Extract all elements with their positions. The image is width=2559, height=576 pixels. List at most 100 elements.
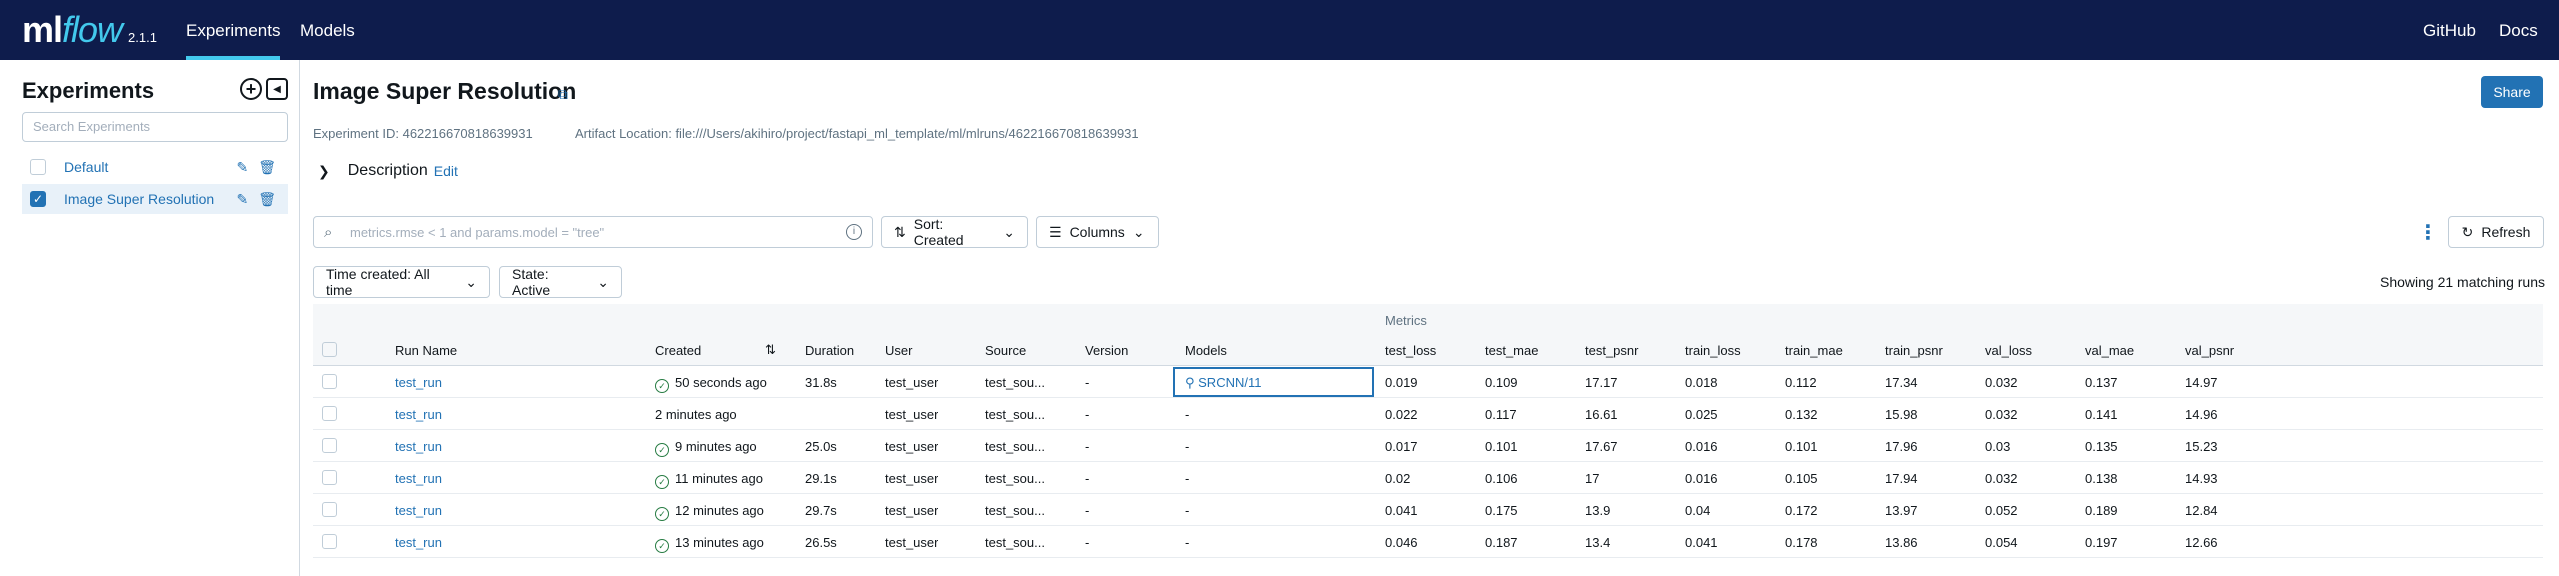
cell-user: test_user: [885, 375, 939, 390]
cell-train-loss: 0.041: [1685, 535, 1718, 550]
cell-test-mae: 0.175: [1485, 503, 1518, 518]
refresh-button[interactable]: ↻ Refresh: [2448, 216, 2544, 248]
time-filter-label: Time created: All time: [326, 266, 430, 298]
cell-user: test_user: [885, 503, 939, 518]
cell-version: -: [1085, 439, 1090, 454]
column-header-test-mae[interactable]: test_mae: [1485, 343, 1538, 358]
cell-val-mae: 0.197: [2085, 535, 2118, 550]
column-header-train-psnr[interactable]: train_psnr: [1885, 343, 1943, 358]
nav-models[interactable]: Models: [300, 0, 355, 60]
sort-label: Sort: Created: [913, 216, 964, 248]
collapse-icon[interactable]: ◀: [266, 78, 288, 100]
cell-models: -: [1185, 503, 1190, 518]
nav-docs[interactable]: Docs: [2499, 0, 2538, 60]
column-header-source[interactable]: Source: [985, 343, 1026, 358]
sidebar-item-default[interactable]: Default ✎ 🗑: [22, 152, 288, 182]
cell-val-psnr: 12.84: [2185, 503, 2218, 518]
state-filter[interactable]: State: Active ⌄: [499, 266, 622, 298]
cell-train-loss: 0.016: [1685, 471, 1718, 486]
cell-models: -: [1185, 439, 1190, 454]
cell-val-mae: 0.137: [2085, 375, 2118, 390]
sidebar-item-image-super-resolution[interactable]: ✓ Image Super Resolution ✎ 🗑: [22, 184, 288, 214]
state-filter-label: State: Active: [512, 266, 551, 298]
cell-val-mae: 0.189: [2085, 503, 2118, 518]
edit-description-link[interactable]: Edit: [434, 163, 458, 179]
column-header-created[interactable]: Created: [655, 343, 701, 358]
pencil-icon[interactable]: ✎: [236, 191, 248, 208]
cell-name[interactable]: test_run: [395, 407, 442, 422]
sort-icon: ⇅: [894, 223, 906, 240]
row-checkbox[interactable]: [322, 470, 337, 485]
kebab-icon[interactable]: ⋮: [2418, 220, 2438, 245]
column-header-train-mae[interactable]: train_mae: [1785, 343, 1843, 358]
cell-user: test_user: [885, 471, 939, 486]
experiment-checkbox[interactable]: ✓: [30, 191, 46, 207]
row-checkbox[interactable]: [322, 502, 337, 517]
model-version-link[interactable]: SRCNN/11: [1198, 375, 1261, 390]
columns-dropdown[interactable]: ☰ Columns ⌄: [1036, 216, 1159, 248]
column-header-run-name[interactable]: Run Name: [395, 343, 457, 358]
select-all-checkbox[interactable]: [322, 342, 337, 357]
cell-test-loss: 0.019: [1385, 375, 1418, 390]
column-header-version[interactable]: Version: [1085, 343, 1128, 358]
cell-name[interactable]: test_run: [395, 535, 442, 550]
pencil-icon[interactable]: ✎: [236, 159, 248, 176]
column-header-test-loss[interactable]: test_loss: [1385, 343, 1436, 358]
sidebar-actions: + ◀: [240, 78, 288, 100]
nav-experiments[interactable]: Experiments: [186, 0, 281, 60]
nav-github[interactable]: GitHub: [2423, 0, 2476, 60]
column-header-val-mae[interactable]: val_mae: [2085, 343, 2134, 358]
matching-runs-count: Showing 21 matching runs: [2380, 274, 2545, 290]
cell-models: -: [1185, 407, 1190, 422]
column-header-train-loss[interactable]: train_loss: [1685, 343, 1741, 358]
cell-name[interactable]: test_run: [395, 503, 442, 518]
cell-val-mae: 0.135: [2085, 439, 2118, 454]
copy-icon[interactable]: ⧉: [558, 86, 574, 102]
cell-created: ✓ 11 minutes ago: [655, 471, 763, 489]
chevron-right-icon[interactable]: ❯: [318, 163, 330, 180]
cell-created: ✓ 9 minutes ago: [655, 439, 757, 457]
plus-icon[interactable]: +: [240, 78, 262, 100]
cell-name[interactable]: test_run: [395, 439, 442, 454]
model-link-cell[interactable]: ⚲ SRCNN/11: [1173, 367, 1374, 397]
row-checkbox[interactable]: [322, 374, 337, 389]
cell-test-psnr: 17.17: [1585, 375, 1618, 390]
sort-dropdown[interactable]: ⇅ Sort: Created ⌄: [881, 216, 1028, 248]
cell-train-psnr: 13.97: [1885, 503, 1918, 518]
column-header-models[interactable]: Models: [1185, 343, 1227, 358]
cell-version: -: [1085, 535, 1090, 550]
table-row: test_run ✓ 13 minutes ago 26.5s test_user tes…: [313, 526, 2543, 558]
cell-name[interactable]: test_run: [395, 375, 442, 390]
column-header-val-psnr[interactable]: val_psnr: [2185, 343, 2234, 358]
check-circle-icon: ✓: [655, 379, 669, 393]
sidebar-title: Experiments: [22, 78, 155, 103]
column-header-user[interactable]: User: [885, 343, 912, 358]
table-row: test_run ✓ 12 minutes ago 29.7s test_user tes…: [313, 494, 2543, 526]
check-circle-icon: ✓: [655, 539, 669, 553]
search-placeholder: metrics.rmse < 1 and params.model = "tre…: [350, 225, 605, 240]
trash-icon[interactable]: 🗑: [258, 191, 276, 208]
row-checkbox[interactable]: [322, 438, 337, 453]
sort-icon[interactable]: ⇅: [765, 342, 776, 358]
created-text: 12 minutes ago: [675, 503, 764, 518]
column-header-test-psnr[interactable]: test_psnr: [1585, 343, 1638, 358]
trash-icon[interactable]: 🗑: [258, 159, 276, 176]
cell-duration: 29.1s: [805, 471, 837, 486]
row-checkbox[interactable]: [322, 406, 337, 421]
share-button[interactable]: Share: [2481, 76, 2543, 108]
column-header-val-loss[interactable]: val_loss: [1985, 343, 2032, 358]
search-experiments-input[interactable]: Search Experiments: [22, 112, 288, 142]
time-created-filter[interactable]: Time created: All time ⌄: [313, 266, 490, 298]
row-checkbox[interactable]: [322, 534, 337, 549]
table-row: test_run 2 minutes ago test_user test_sou..…: [313, 398, 2543, 430]
runs-search-input[interactable]: ⌕ metrics.rmse < 1 and params.model = "t…: [313, 216, 873, 248]
check-circle-icon: ✓: [655, 507, 669, 521]
cell-name[interactable]: test_run: [395, 471, 442, 486]
chevron-down-icon: ⌄: [597, 273, 609, 290]
description-row: ❯ Description Edit: [318, 162, 458, 180]
info-icon[interactable]: i: [846, 224, 862, 240]
experiment-checkbox[interactable]: [30, 159, 46, 175]
mlflow-logo[interactable]: ml flow 2.1.1: [22, 10, 157, 50]
column-header-duration[interactable]: Duration: [805, 343, 854, 358]
cell-test-loss: 0.02: [1385, 471, 1411, 486]
